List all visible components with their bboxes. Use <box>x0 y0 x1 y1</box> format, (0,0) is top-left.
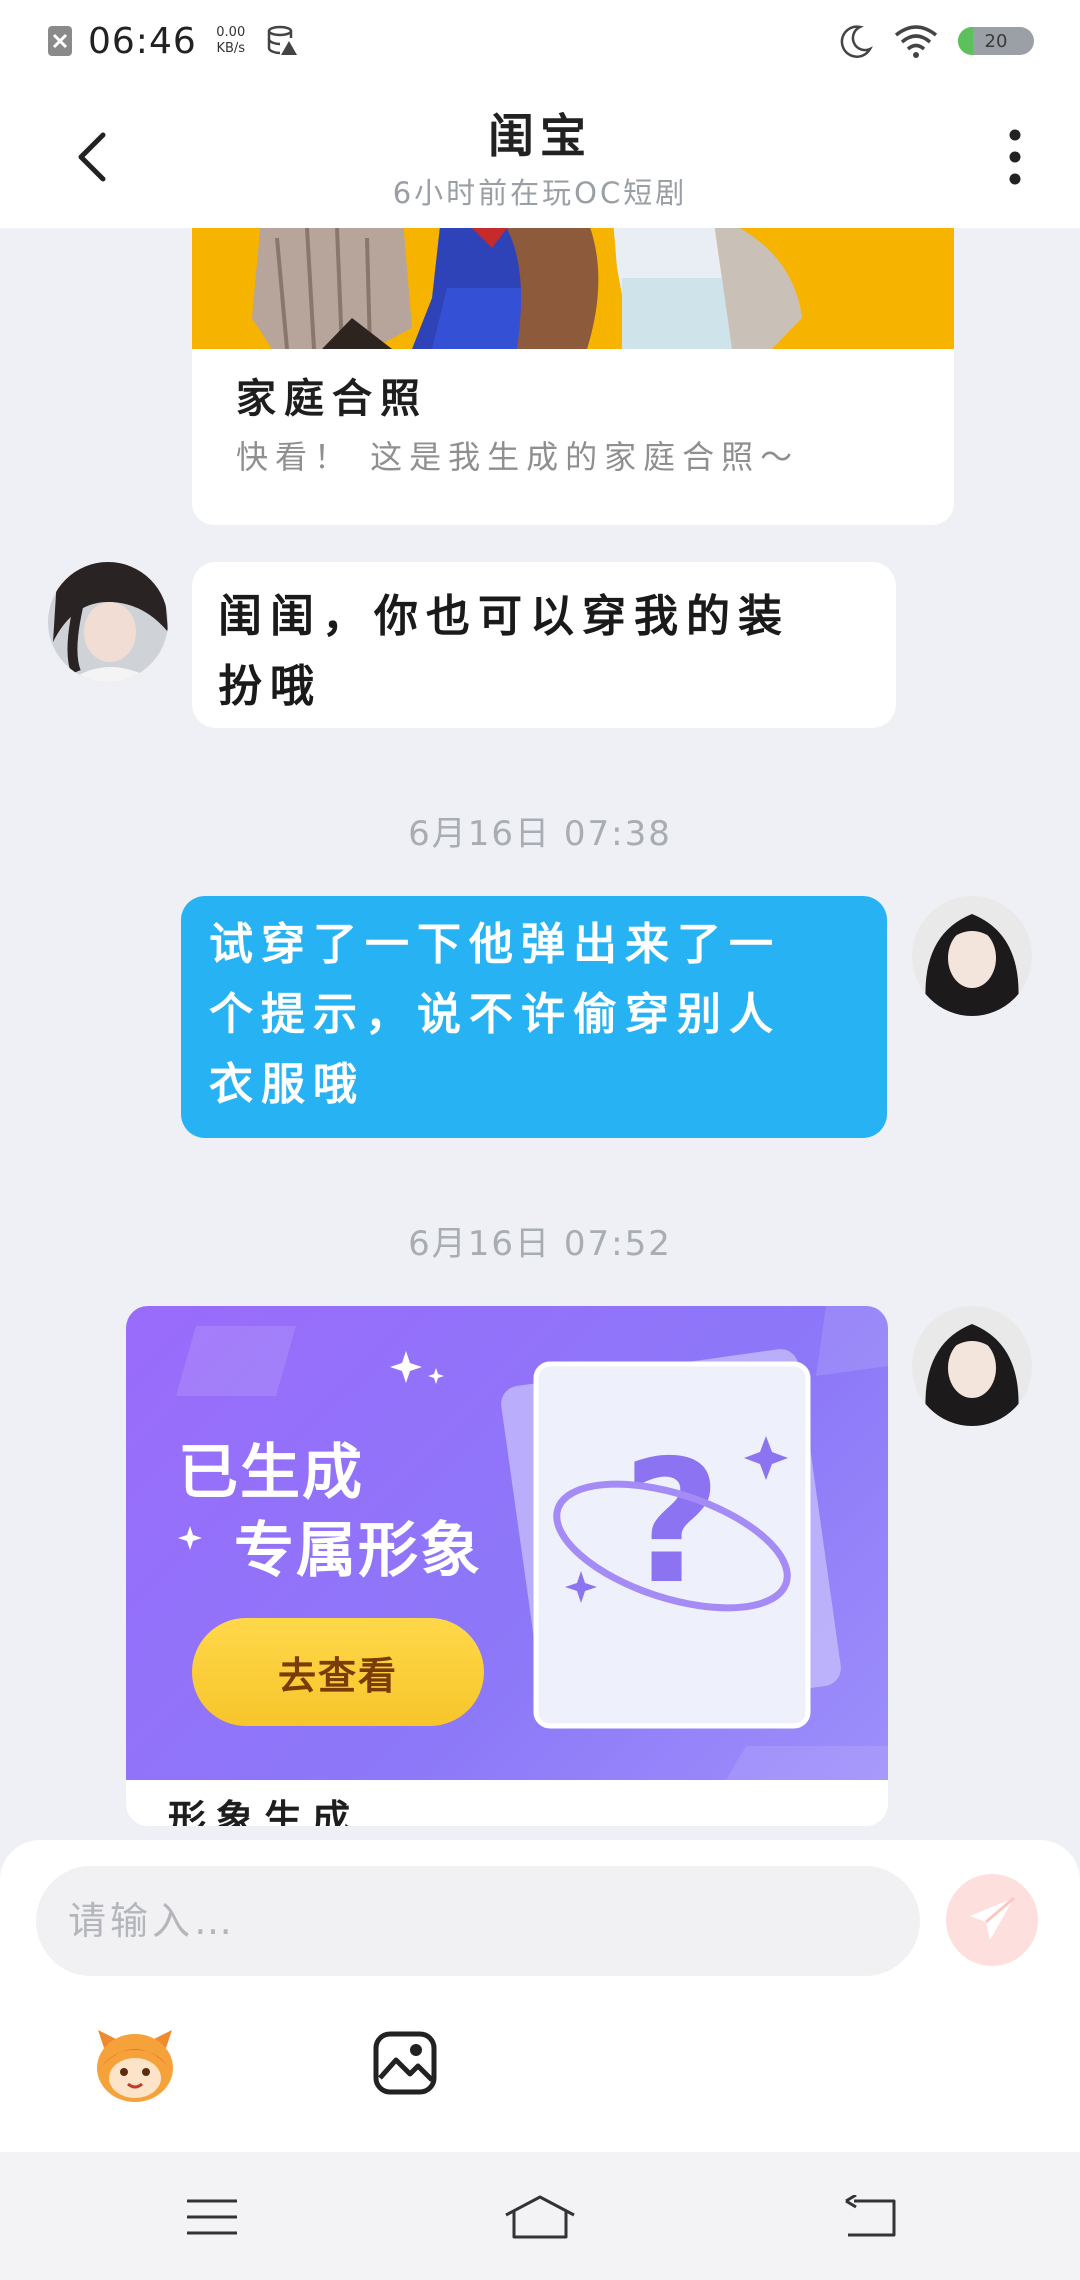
status-bar: 06:46 0.00 KB/s 20 <box>0 0 1080 82</box>
send-icon <box>970 1896 1015 1940</box>
nav-menu-button[interactable] <box>172 2182 252 2252</box>
family-card-desc: 快看！ 这是我生成的家庭合照～ <box>236 438 800 476</box>
message-input[interactable] <box>68 1899 920 1943</box>
family-photo-image <box>192 228 954 349</box>
input-panel <box>0 1840 1080 2152</box>
more-icon <box>1009 129 1021 185</box>
status-right: 20 <box>838 23 1034 59</box>
chat-list[interactable]: 家庭合照 快看！ 这是我生成的家庭合照～ 闺闺，你也可以穿我的装 扮哦 6月16… <box>0 228 1080 1840</box>
family-photo-card[interactable]: 家庭合照 快看！ 这是我生成的家庭合照～ <box>192 228 954 525</box>
battery-level: 20 <box>984 30 1008 52</box>
promo-title-line2: 专属形象 <box>234 1516 482 1586</box>
avatar-generated-card[interactable]: ? 已生成 专属形象 去查看 形象生成 <box>126 1306 888 1826</box>
more-button[interactable] <box>990 122 1040 192</box>
menu-icon <box>187 2199 237 2235</box>
back-nav-icon <box>845 2195 896 2237</box>
status-time: 06:46 <box>88 20 197 62</box>
my-avatar[interactable] <box>912 896 1032 1016</box>
network-rate-unit: KB/s <box>216 41 246 56</box>
avatar-card-title: 形象生成 <box>168 1797 361 1826</box>
wifi-icon <box>894 25 938 58</box>
message-input-box[interactable] <box>36 1866 920 1976</box>
image-icon <box>373 2031 437 2095</box>
message-timestamp: 6月16日 07:52 <box>408 1224 672 1264</box>
message-bubble-received[interactable]: 闺闺，你也可以穿我的装 扮哦 <box>192 562 896 728</box>
status-left: 06:46 0.00 KB/s <box>46 21 299 62</box>
data-saver-icon <box>267 25 297 55</box>
page-subtitle: 6小时前在玩OC短剧 <box>392 176 688 210</box>
message-line: 闺闺，你也可以穿我的装 <box>218 591 790 642</box>
message-bubble-sent[interactable]: 试穿了一下他弹出来了一 个提示，说不许偷穿别人 衣服哦 <box>181 896 887 1138</box>
battery-indicator: 20 <box>958 27 1034 55</box>
nav-home-button[interactable] <box>500 2182 580 2252</box>
send-button[interactable] <box>946 1874 1038 1966</box>
image-button[interactable] <box>372 2030 438 2096</box>
view-avatar-button[interactable]: 去查看 <box>192 1618 484 1726</box>
emoji-button[interactable] <box>92 2026 178 2106</box>
family-card-title: 家庭合照 <box>236 376 428 422</box>
nav-back-button[interactable] <box>830 2182 910 2252</box>
emoji-mascot-icon <box>97 2030 173 2102</box>
message-line: 个提示，说不许偷穿别人 <box>209 989 781 1040</box>
message-line: 试穿了一下他弹出来了一 <box>209 919 781 970</box>
system-nav-bar <box>0 2152 1080 2280</box>
moon-icon <box>840 25 873 58</box>
chat-header: 闺宝 6小时前在玩OC短剧 <box>0 82 1080 228</box>
network-rate-value: 0.00 <box>216 25 246 40</box>
message-timestamp: 6月16日 07:38 <box>408 814 672 854</box>
my-avatar[interactable] <box>912 1306 1032 1426</box>
avatar-promo-banner: ? 已生成 专属形象 去查看 <box>126 1306 888 1780</box>
chat-screen: 06:46 0.00 KB/s 20 闺宝 6小时前在玩OC短剧 家庭合照 快看… <box>0 0 1080 2280</box>
message-line: 衣服哦 <box>209 1059 365 1110</box>
message-line: 扮哦 <box>218 661 322 712</box>
promo-title-line1: 已生成 <box>178 1438 364 1508</box>
contact-avatar[interactable] <box>48 562 168 682</box>
battery-fill <box>958 27 974 55</box>
page-title: 闺宝 <box>488 109 592 163</box>
home-icon <box>505 2195 575 2239</box>
network-rate: 0.00 KB/s <box>211 25 251 57</box>
notification-icon <box>48 26 72 56</box>
